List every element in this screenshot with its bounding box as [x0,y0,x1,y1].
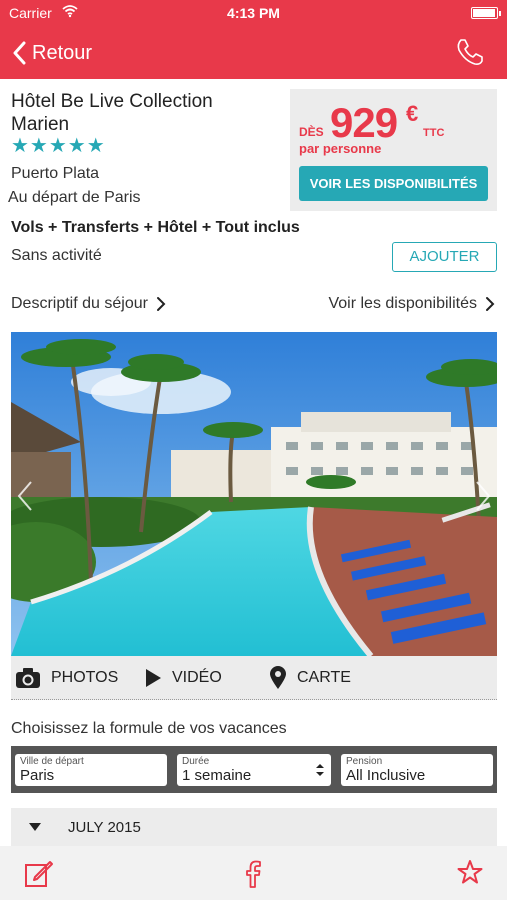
price-box: DÈS 929 € TTC par personne VOIR LES DISP… [290,89,497,211]
price-tax-label: TTC [423,127,445,139]
board-value: All Inclusive [346,767,426,784]
month-toggle[interactable]: JULY 2015 [11,808,497,846]
chevron-right-icon [486,297,495,311]
departure-city: Au départ de Paris [8,189,141,206]
chevron-right-icon [156,297,166,311]
previous-photo-icon[interactable] [15,480,35,512]
price-prefix: DÈS [299,125,324,139]
hotel-photo[interactable] [11,332,497,656]
hotel-photo-image [11,332,497,656]
phone-icon[interactable] [455,37,485,67]
departure-city-label: Ville de départ [20,756,84,767]
duration-label: Durée [182,756,210,767]
video-label: VIDÉO [172,669,222,686]
play-icon [146,669,161,687]
photos-label: PHOTOS [51,669,119,686]
photos-button[interactable]: PHOTOS [15,656,118,700]
next-photo-icon[interactable] [473,480,493,512]
price-per-person: par personne [299,141,382,156]
departure-city-value: Paris [20,767,55,784]
hotel-name: Hôtel Be Live Collection Marien [11,91,213,135]
clock: 4:13 PM [227,5,280,21]
duration-value: 1 semaine [182,767,252,784]
description-link-label: Descriptif du séjour [11,295,148,312]
map-button[interactable]: CARTE [269,656,351,700]
stepper-icon [316,764,324,776]
board-select[interactable]: Pension All Inclusive [341,754,493,786]
departure-city-select[interactable]: Ville de départ Paris [15,754,167,786]
description-link[interactable]: Descriptif du séjour [11,295,166,313]
map-label: CARTE [297,669,351,686]
battery-icon [471,7,501,19]
back-label: Retour [32,41,93,64]
camera-icon [16,668,40,688]
header: Carrier 4:13 PM Retour [0,0,507,79]
availability-link[interactable]: Voir les disponibilités [328,295,495,313]
board-label: Pension [346,756,383,767]
facebook-icon[interactable] [244,859,262,889]
booking-title: Choisissez la formule de vos vacances [11,720,287,737]
triangle-down-icon [29,823,41,831]
edit-icon[interactable] [24,859,54,889]
status-bar: Carrier 4:13 PM [0,0,507,28]
map-pin-icon [270,666,286,689]
package-activity: Sans activité [11,247,102,264]
see-availability-button[interactable]: VOIR LES DISPONIBILITÉS [299,166,488,201]
back-button[interactable]: Retour [12,36,92,70]
video-button[interactable]: VIDÉO [144,656,222,700]
availability-link-label: Voir les disponibilités [328,295,477,312]
media-bar: PHOTOS VIDÉO CARTE [11,656,497,700]
month-label: JULY 2015 [68,819,141,836]
price-value: 929 [330,99,398,146]
duration-select[interactable]: Durée 1 semaine [177,754,331,786]
add-button[interactable]: AJOUTER [392,242,497,272]
hotel-city: Puerto Plata [11,165,100,182]
price-currency: € [406,101,419,126]
package-formula: Vols + Transferts + Hôtel + Tout inclus [11,219,300,236]
footer-toolbar [0,846,507,900]
chevron-left-icon [13,41,26,65]
filter-bar: Ville de départ Paris Durée 1 semaine Pe… [11,746,497,793]
star-rating: ★★★★★ [11,135,106,157]
star-icon[interactable] [457,859,483,885]
